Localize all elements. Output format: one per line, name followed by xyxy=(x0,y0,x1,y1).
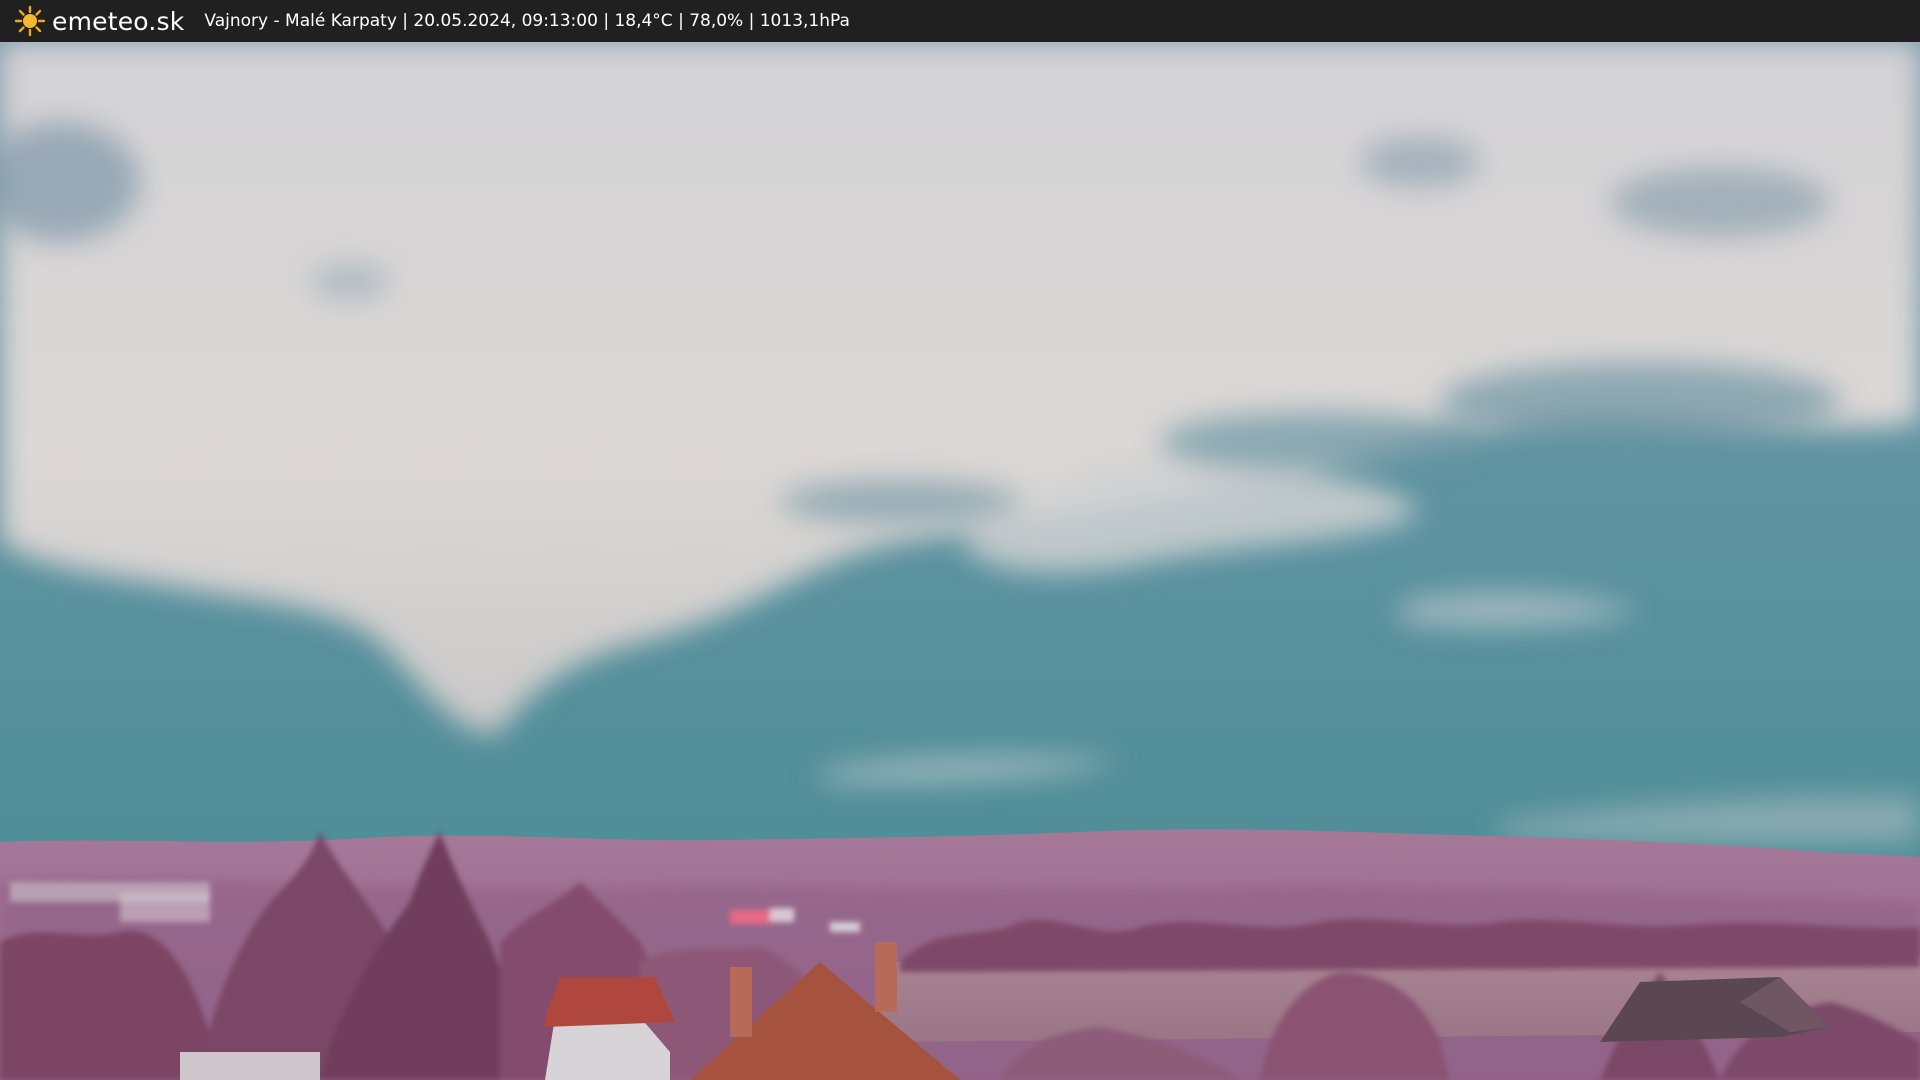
treeline xyxy=(900,919,1920,972)
info-bar: emeteo.sk Vajnory - Malé Karpaty | 20.05… xyxy=(0,0,1920,42)
webcam-frame: emeteo.sk Vajnory - Malé Karpaty | 20.05… xyxy=(0,0,1920,1080)
brand-logo[interactable]: emeteo.sk xyxy=(14,5,184,37)
sun-icon xyxy=(14,5,46,37)
station-info-text: Vajnory - Malé Karpaty | 20.05.2024, 09:… xyxy=(204,11,850,31)
webcam-image xyxy=(0,42,1920,1080)
brand-name: emeteo.sk xyxy=(52,6,185,36)
